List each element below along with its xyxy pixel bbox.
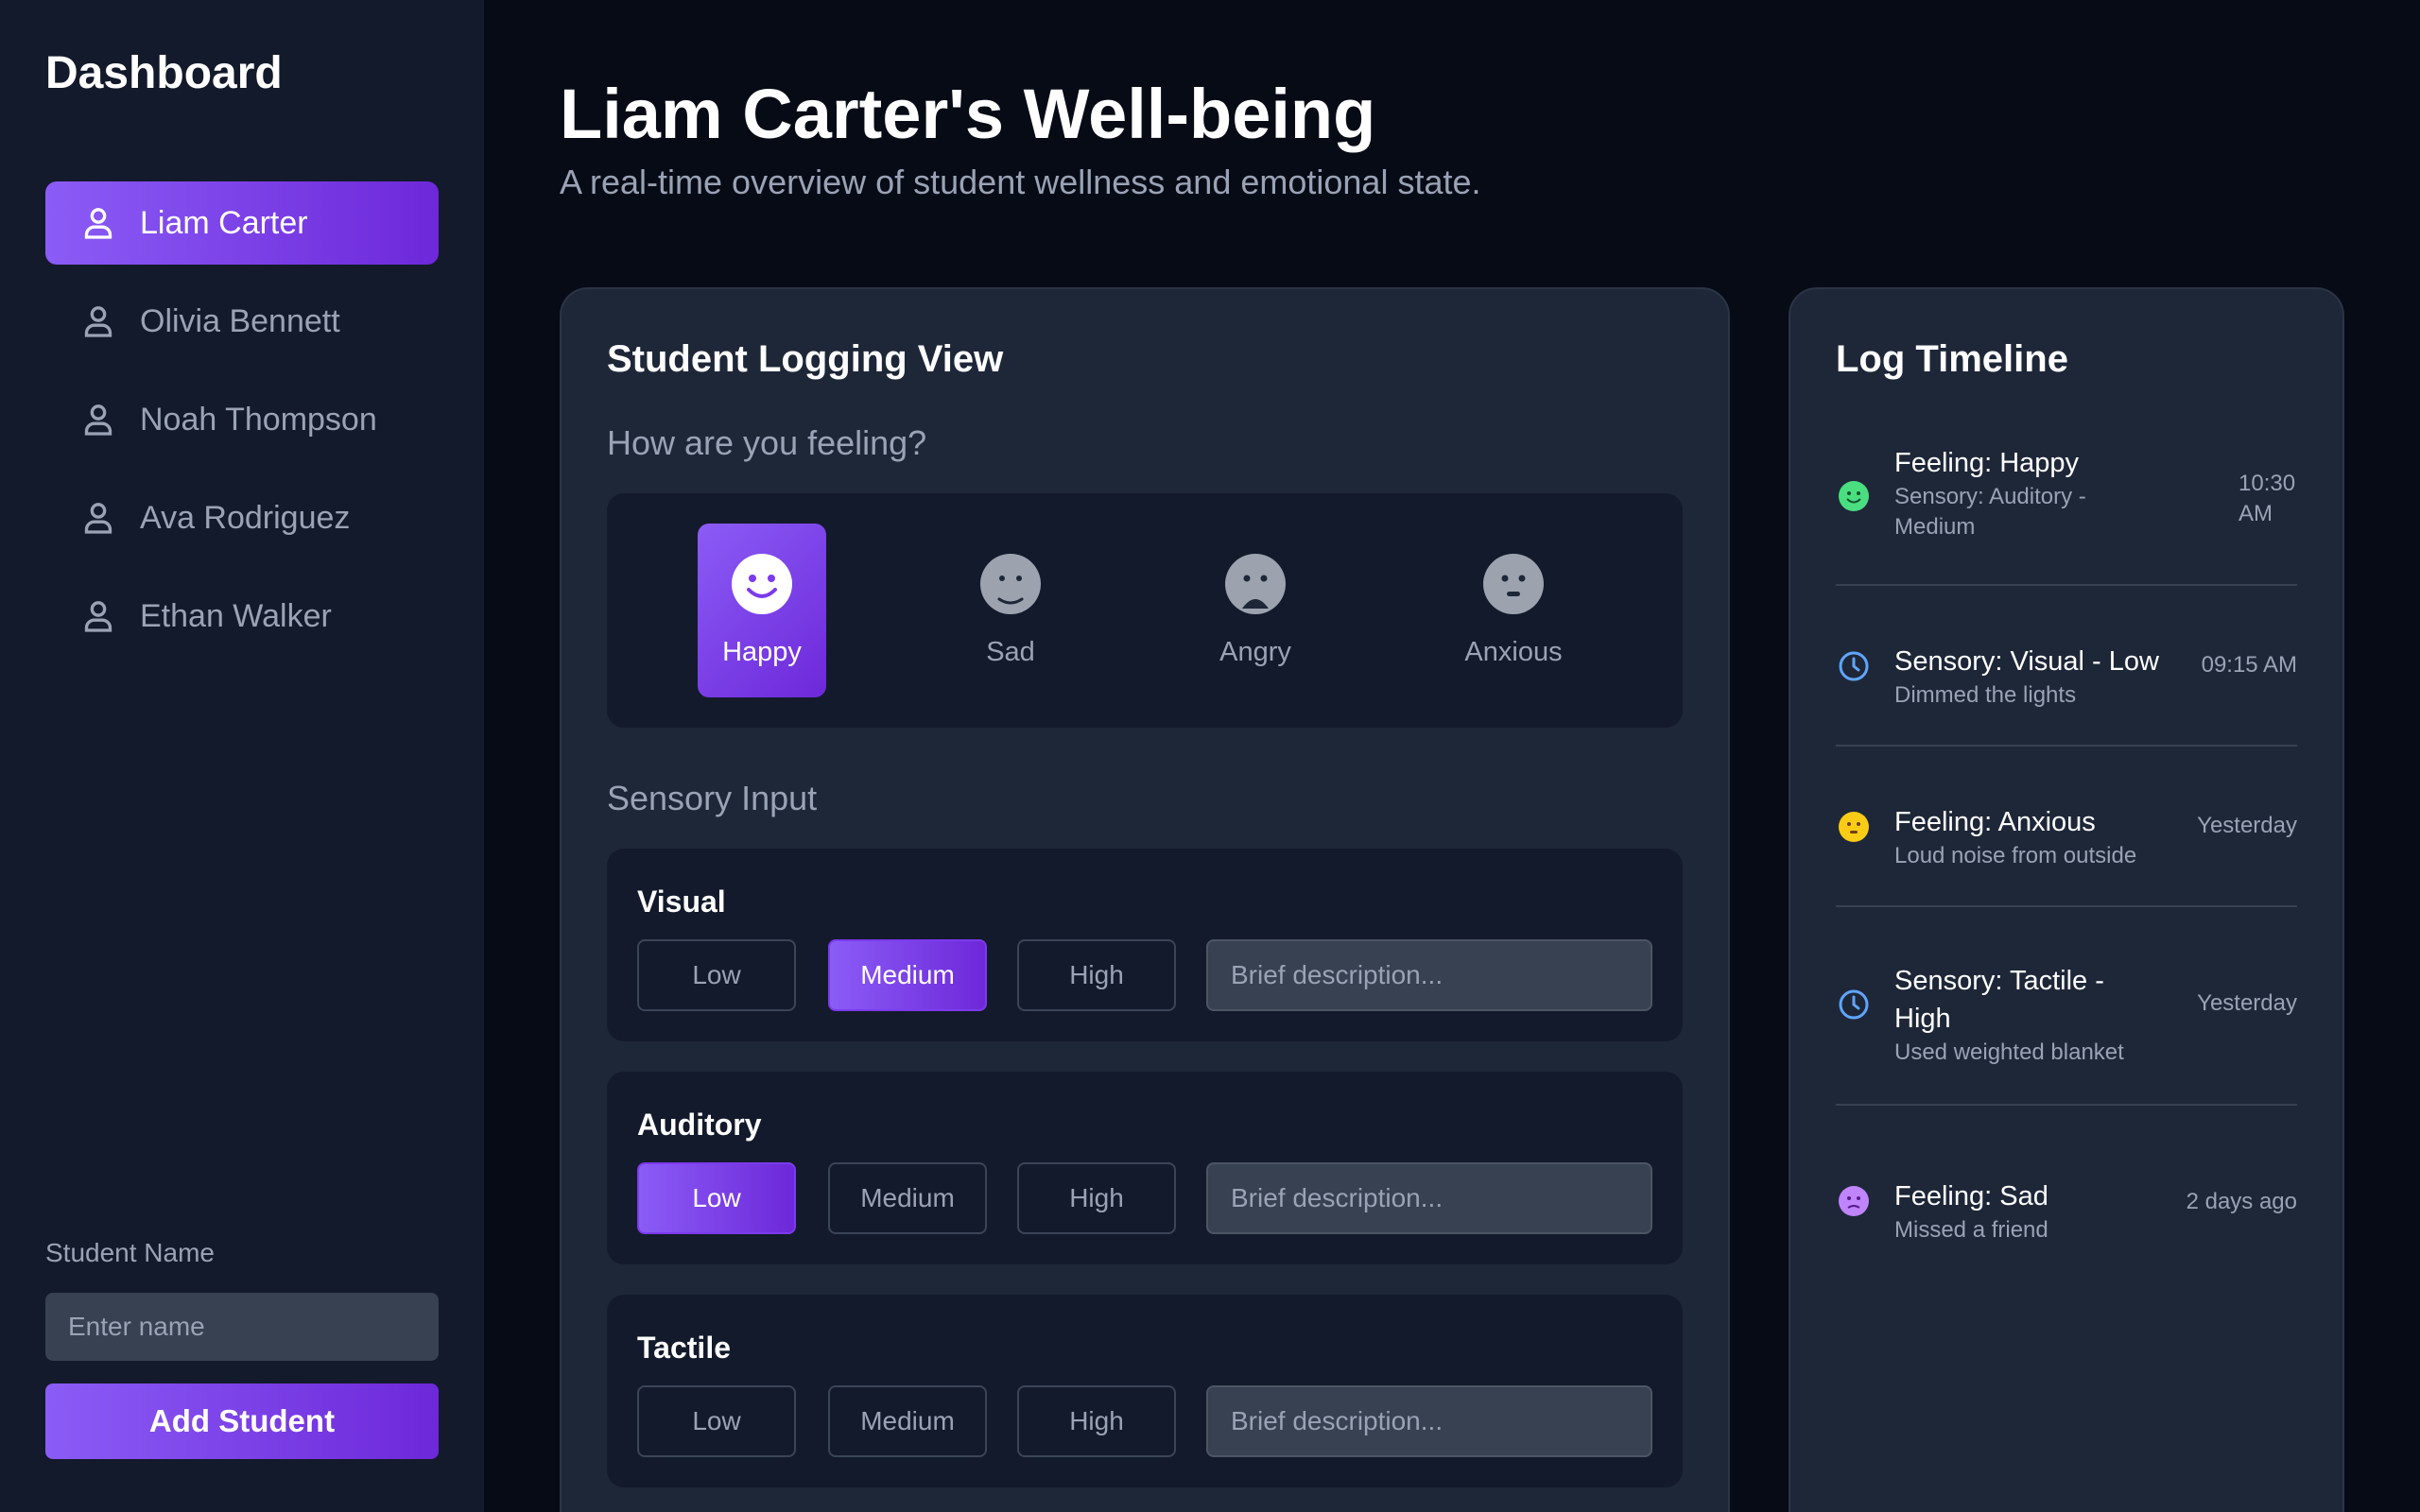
timeline-entry[interactable]: Feeling: Happy Sensory: Auditory - Mediu… xyxy=(1836,425,2297,586)
tactile-high-button[interactable]: High xyxy=(1017,1385,1176,1457)
page-title: Liam Carter's Well-being xyxy=(560,75,1376,153)
timeline-entry-desc: Sensory: Auditory - Medium xyxy=(1894,484,2086,540)
timeline-entry-time: Yesterday xyxy=(2197,813,2297,838)
visual-low-button[interactable]: Low xyxy=(637,939,796,1011)
tactile-medium-button[interactable]: Medium xyxy=(828,1385,987,1457)
timeline-entry-text: Feeling: Anxious Loud noise from outside xyxy=(1894,803,2136,871)
anxious-face-icon xyxy=(1839,812,1869,842)
timeline-entry-desc: Loud noise from outside xyxy=(1894,843,2137,868)
timeline-entry-title: Sensory: Visual - Low xyxy=(1894,646,2159,677)
sensory-name: Visual xyxy=(637,885,726,919)
user-icon xyxy=(84,208,112,239)
timeline-entry-desc: Dimmed the lights xyxy=(1894,682,2077,708)
student-name-label: Student Name xyxy=(45,1238,215,1267)
timeline-entry-time: 09:15 AM xyxy=(2201,652,2297,678)
timeline-entry[interactable]: Feeling: Anxious Loud noise from outside… xyxy=(1836,747,2297,907)
timeline-entry-text: Sensory: Tactile - High Used weighted bl… xyxy=(1894,962,2131,1068)
mood-selector: Happy Sad Angry Anxious xyxy=(607,493,1683,728)
timeline-list: Feeling: Happy Sensory: Auditory - Mediu… xyxy=(1836,425,2297,1295)
visual-medium-button[interactable]: Medium xyxy=(828,939,987,1011)
page-subtitle: A real-time overview of student wellness… xyxy=(560,163,1481,201)
happy-face-icon xyxy=(732,554,792,614)
add-student-button[interactable]: Add Student xyxy=(45,1383,439,1459)
tactile-description-input[interactable] xyxy=(1206,1385,1652,1457)
timeline-entry-text: Feeling: Happy Sensory: Auditory - Mediu… xyxy=(1894,444,2112,542)
sensory-card-visual: Visual Low Medium High xyxy=(607,849,1683,1041)
panel-title: Student Logging View xyxy=(607,338,1004,380)
sensory-input-label: Sensory Input xyxy=(607,779,818,817)
timeline-entry-title: Feeling: Sad xyxy=(1894,1181,2048,1211)
auditory-medium-button[interactable]: Medium xyxy=(828,1162,987,1234)
mood-sad-button[interactable]: Sad xyxy=(946,524,1075,697)
timeline-entry-title: Feeling: Anxious xyxy=(1894,807,2096,837)
visual-description-input[interactable] xyxy=(1206,939,1652,1011)
sidebar-item-noah-thompson[interactable]: Noah Thompson xyxy=(45,378,439,461)
sensory-name: Tactile xyxy=(637,1331,731,1365)
auditory-description-input[interactable] xyxy=(1206,1162,1652,1234)
sad-face-icon xyxy=(980,554,1041,614)
timeline-entry-time: Yesterday xyxy=(2197,990,2297,1016)
student-name-input[interactable] xyxy=(45,1293,439,1361)
anxious-face-icon xyxy=(1483,554,1544,614)
timeline-entry-time: 10:30 AM xyxy=(2238,471,2296,526)
timeline-entry-text: Feeling: Sad Missed a friend xyxy=(1894,1177,2048,1246)
sidebar-title: Dashboard xyxy=(45,48,283,98)
visual-high-button[interactable]: High xyxy=(1017,939,1176,1011)
mood-label: Anxious xyxy=(1464,637,1563,667)
student-name: Ava Rodriguez xyxy=(140,499,351,536)
timeline-entry[interactable]: Sensory: Tactile - High Used weighted bl… xyxy=(1836,907,2297,1106)
timeline-entry-title: Sensory: Tactile - High xyxy=(1894,966,2104,1034)
mood-anxious-button[interactable]: Anxious xyxy=(1449,524,1578,697)
timeline-entry-time: 2 days ago xyxy=(2186,1189,2297,1214)
student-name: Noah Thompson xyxy=(140,401,377,438)
student-name: Ethan Walker xyxy=(140,597,332,634)
user-icon xyxy=(84,404,112,436)
mood-label: Angry xyxy=(1219,637,1291,667)
timeline-entry[interactable]: Feeling: Sad Missed a friend 2 days ago xyxy=(1836,1106,2297,1295)
auditory-low-button[interactable]: Low xyxy=(637,1162,796,1234)
mood-label: Happy xyxy=(722,637,802,667)
user-icon xyxy=(84,306,112,337)
panel-title: Log Timeline xyxy=(1836,338,2068,380)
log-timeline-panel: Log Timeline Feeling: Happy Sensory: Aud… xyxy=(1789,287,2344,1512)
sidebar: Dashboard Liam Carter Olivia Bennett Noa… xyxy=(0,0,484,1512)
timeline-entry-desc: Used weighted blanket xyxy=(1894,1040,2124,1065)
clock-icon xyxy=(1839,651,1869,681)
timeline-entry[interactable]: Sensory: Visual - Low Dimmed the lights … xyxy=(1836,586,2297,747)
student-list: Liam Carter Olivia Bennett Noah Thompson… xyxy=(45,181,439,673)
timeline-entry-desc: Missed a friend xyxy=(1894,1217,2048,1243)
student-logging-panel: Student Logging View How are you feeling… xyxy=(560,287,1730,1512)
happy-face-icon xyxy=(1839,481,1869,511)
sensory-name: Auditory xyxy=(637,1108,762,1142)
sidebar-item-ethan-walker[interactable]: Ethan Walker xyxy=(45,575,439,658)
sidebar-item-ava-rodriguez[interactable]: Ava Rodriguez xyxy=(45,476,439,559)
timeline-entry-title: Feeling: Happy xyxy=(1894,448,2080,478)
user-icon xyxy=(84,503,112,534)
auditory-high-button[interactable]: High xyxy=(1017,1162,1176,1234)
mood-label: Sad xyxy=(986,637,1035,667)
mood-angry-button[interactable]: Angry xyxy=(1191,524,1320,697)
add-student-form: Student Name Add Student xyxy=(45,1238,439,1459)
student-name: Liam Carter xyxy=(140,204,308,241)
sensory-card-auditory: Auditory Low Medium High xyxy=(607,1072,1683,1264)
user-icon xyxy=(84,601,112,632)
sensory-card-tactile: Tactile Low Medium High xyxy=(607,1295,1683,1487)
student-name: Olivia Bennett xyxy=(140,302,340,339)
sad-face-icon xyxy=(1839,1186,1869,1216)
timeline-entry-text: Sensory: Visual - Low Dimmed the lights xyxy=(1894,643,2159,711)
angry-face-icon xyxy=(1225,554,1286,614)
clock-icon xyxy=(1839,989,1869,1020)
mood-happy-button[interactable]: Happy xyxy=(698,524,826,697)
tactile-low-button[interactable]: Low xyxy=(637,1385,796,1457)
sidebar-item-olivia-bennett[interactable]: Olivia Bennett xyxy=(45,280,439,363)
feeling-prompt: How are you feeling? xyxy=(607,423,927,462)
sidebar-item-liam-carter[interactable]: Liam Carter xyxy=(45,181,439,265)
